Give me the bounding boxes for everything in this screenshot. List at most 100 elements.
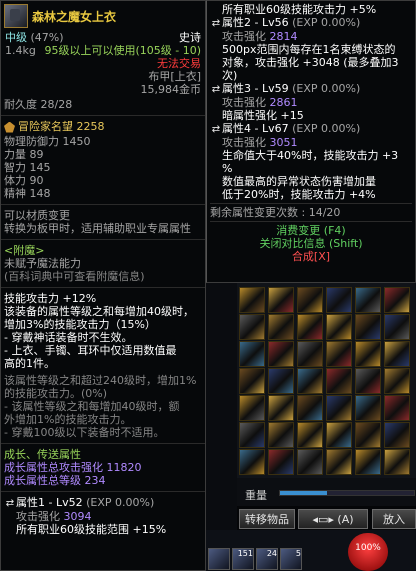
- attr1-header: ⇄ 属性1 - Lv52 (EXP 0.00%): [4, 496, 202, 510]
- inventory-slot[interactable]: [355, 422, 381, 448]
- growth-total-value: 11820: [106, 461, 142, 474]
- adventurer-row: 冒险家名望 2258: [1, 118, 205, 135]
- effect2-line: 该属性等级之和超过240级时，增加1%: [4, 374, 197, 387]
- inventory-slot[interactable]: [326, 314, 352, 340]
- fame-icon: [4, 121, 15, 133]
- inventory-slot[interactable]: [326, 368, 352, 394]
- skill-slot[interactable]: 24: [256, 548, 278, 570]
- attr2-atk-row: 攻击强化 2814: [210, 30, 412, 43]
- item-tooltip-continued: 所有职业60级技能攻击力 +5% ⇄ 属性2 - Lv56 (EXP 0.00%)…: [206, 0, 416, 283]
- inventory-slot[interactable]: [239, 422, 265, 448]
- material-change: 可以材质变更: [4, 209, 70, 222]
- inventory-slot[interactable]: [239, 287, 265, 313]
- skill-slot[interactable]: 5: [280, 548, 302, 570]
- inventory-slot[interactable]: [384, 449, 410, 475]
- inventory-slot[interactable]: [239, 368, 265, 394]
- put-in-button[interactable]: 放入: [372, 509, 416, 529]
- inventory-slot[interactable]: [384, 341, 410, 367]
- inventory-slot[interactable]: [268, 368, 294, 394]
- inventory-slot[interactable]: [326, 395, 352, 421]
- effect-line: 高的1件。: [4, 357, 55, 370]
- inventory-slot[interactable]: [268, 314, 294, 340]
- enchant-header: <附魔>: [4, 244, 45, 257]
- inventory-slot[interactable]: [355, 287, 381, 313]
- skill-count: 151: [237, 549, 253, 558]
- armor-item-icon: [4, 4, 28, 28]
- inventory-slot[interactable]: [384, 368, 410, 394]
- heart-icon[interactable]: [208, 548, 230, 570]
- inventory-slot[interactable]: [268, 449, 294, 475]
- inventory-slot[interactable]: [355, 314, 381, 340]
- inventory-slot[interactable]: [297, 287, 323, 313]
- inventory-slot[interactable]: [297, 422, 323, 448]
- growth-level-row: 成长属性总等级 234: [4, 474, 202, 487]
- attr2-exp: (EXP 0.00%): [292, 16, 361, 29]
- inventory-slot[interactable]: [384, 314, 410, 340]
- weight-fill: [280, 491, 327, 495]
- divider: [1, 115, 205, 116]
- attr2-header: ⇄ 属性2 - Lv56 (EXP 0.00%): [210, 16, 412, 30]
- stat-row: 物理防御力 1450: [4, 135, 202, 148]
- inventory-slot[interactable]: [384, 422, 410, 448]
- stat-name: 物理防御力: [4, 135, 59, 148]
- stat-row: 体力 90: [4, 174, 202, 187]
- inventory-slot[interactable]: [326, 287, 352, 313]
- item-tooltip-panel: 森林之魔女上衣 中级 (47%) 史诗 1.4kg 95级以上可以使用(105级…: [0, 0, 206, 571]
- attr2-desc: 对象，攻击强化 +3048 (最多叠加3: [222, 56, 399, 69]
- inventory-slot[interactable]: [355, 449, 381, 475]
- attr3-exp: (EXP 0.00%): [292, 82, 361, 95]
- inventory-slot[interactable]: [297, 368, 323, 394]
- inventory-slot[interactable]: [239, 341, 265, 367]
- inventory-slot[interactable]: [326, 341, 352, 367]
- skill-slot[interactable]: 151: [232, 548, 254, 570]
- inventory-slot[interactable]: [384, 287, 410, 313]
- attr1-atk-label: 攻击强化: [16, 510, 60, 523]
- effect2-line: - 穿戴100级以下装备时不适用。: [4, 426, 165, 439]
- attr1-label: 属性1 - Lv52: [16, 496, 83, 509]
- inventory-slot[interactable]: [297, 449, 323, 475]
- inventory-slot[interactable]: [268, 422, 294, 448]
- material-section: 可以材质变更 转换为板甲时，适用辅助职业专属属性: [1, 207, 205, 237]
- inventory-slot[interactable]: [355, 395, 381, 421]
- effect-line: - 穿戴神话装备时不生效。: [4, 331, 133, 344]
- inventory-slot[interactable]: [268, 287, 294, 313]
- attr3-atk-value: 2861: [269, 96, 298, 109]
- change-action[interactable]: 消费变更 (F4): [210, 224, 412, 237]
- inventory-slot[interactable]: [297, 314, 323, 340]
- item-rarity: 史诗: [179, 31, 201, 44]
- item-level-req: 95级以上可以使用(105级 - 10): [44, 44, 201, 57]
- transfer-items-button[interactable]: 转移物品: [239, 509, 295, 529]
- inventory-slot[interactable]: [268, 341, 294, 367]
- stat-name: 智力: [4, 161, 26, 174]
- effect-line: 增加3%的技能攻击力（15%）: [4, 318, 156, 331]
- inventory-slot[interactable]: [297, 341, 323, 367]
- inventory-slot[interactable]: [297, 395, 323, 421]
- attr2-desc: 次): [222, 69, 238, 82]
- inventory-slot[interactable]: [326, 422, 352, 448]
- attr1-section: ⇄ 属性1 - Lv52 (EXP 0.00%) 攻击强化 3094 所有职业60…: [1, 494, 205, 538]
- stat-name: 力量: [4, 148, 26, 161]
- close-compare-action[interactable]: 关闭对比信息 (Shift): [210, 237, 412, 250]
- inventory-slot[interactable]: [239, 314, 265, 340]
- item-weight: 1.4kg: [5, 44, 36, 57]
- skill-atk: 技能攻击力 +12%: [4, 292, 97, 305]
- inventory-side-strip: [206, 283, 237, 530]
- skill-count: 24: [266, 549, 277, 558]
- inventory-slot[interactable]: [268, 395, 294, 421]
- attr3-header: ⇄ 属性3 - Lv59 (EXP 0.00%): [210, 82, 412, 96]
- inventory-slot[interactable]: [239, 449, 265, 475]
- synthesize-action[interactable]: 合成[X]: [210, 250, 412, 263]
- inventory-slot[interactable]: [384, 395, 410, 421]
- shuffle-icon: ⇄: [211, 84, 221, 95]
- inventory-slot[interactable]: [355, 368, 381, 394]
- adventurer-value: 2258: [76, 120, 105, 133]
- trade-row: 无法交易: [1, 57, 205, 70]
- inventory-slot[interactable]: [355, 341, 381, 367]
- sort-button[interactable]: ◂▭▸ (A): [298, 509, 368, 529]
- growth-total-row: 成长属性总攻击强化 11820: [4, 461, 202, 474]
- inventory-slot[interactable]: [239, 395, 265, 421]
- item-title: 森林之魔女上衣: [32, 9, 117, 24]
- stat-value: 89: [29, 148, 44, 161]
- shuffle-icon: ⇄: [211, 124, 221, 135]
- inventory-slot[interactable]: [326, 449, 352, 475]
